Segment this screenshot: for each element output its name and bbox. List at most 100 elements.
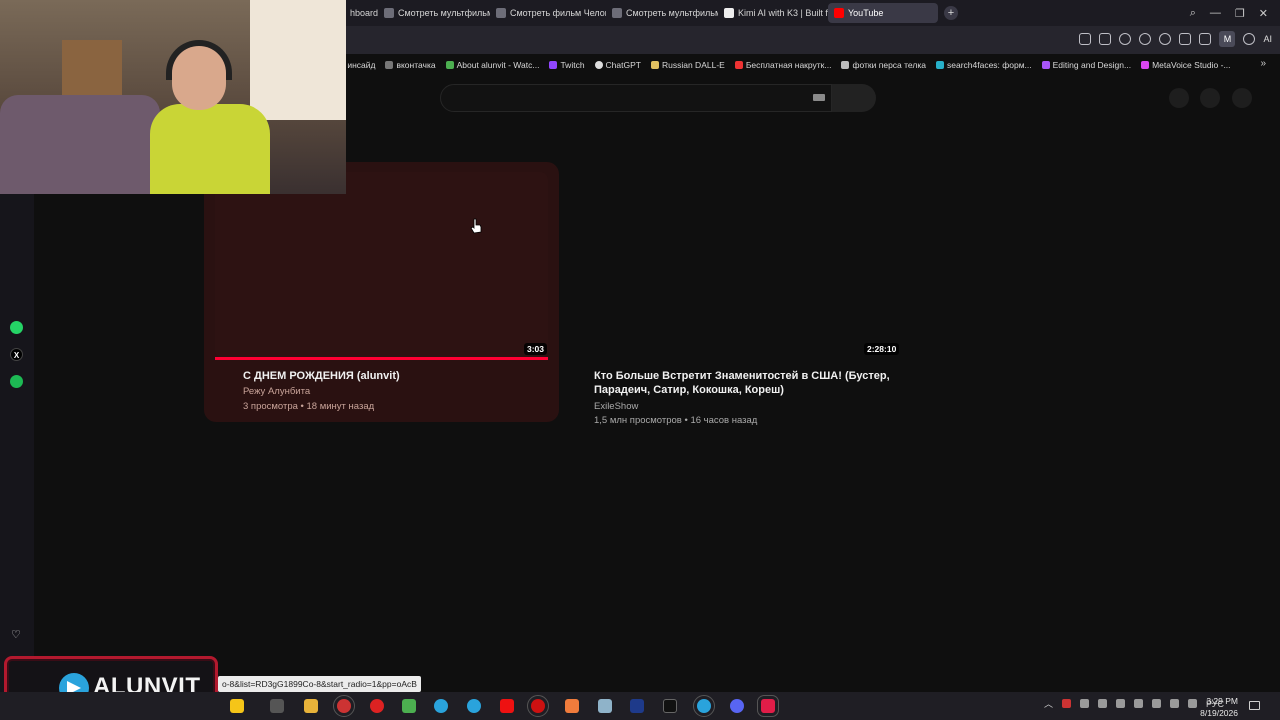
bookmarks-more-icon[interactable]: »: [1260, 58, 1266, 69]
channel-name[interactable]: ExileShow: [594, 400, 638, 413]
tab-label: hboard: [350, 8, 378, 18]
window-controls: ⌕ — ❐ ✕: [1190, 0, 1280, 26]
bookmark-label: About alunvit - Watc...: [456, 60, 540, 70]
tiktok-icon[interactable]: [757, 695, 779, 717]
tab-favicon-icon: [612, 8, 622, 18]
x-icon[interactable]: X: [10, 348, 23, 361]
tab-youtube[interactable]: YouTube: [828, 3, 938, 23]
menu-icon[interactable]: [1199, 33, 1212, 45]
edit-icon[interactable]: [1079, 33, 1092, 45]
tray-app-icon[interactable]: [1079, 699, 1089, 708]
bookmark-favicon-icon: [841, 61, 850, 69]
create-icon[interactable]: [1169, 88, 1189, 108]
tray-app-icon[interactable]: [1061, 699, 1071, 708]
bookmark-item[interactable]: ChatGPT: [594, 60, 641, 70]
app-icon[interactable]: [565, 699, 579, 713]
bookmark-item[interactable]: фотки перса телка: [841, 60, 926, 70]
task-view-icon[interactable]: [270, 699, 284, 713]
bookmark-item[interactable]: Twitch: [549, 60, 585, 70]
video-thumbnail[interactable]: [590, 172, 900, 358]
search-button[interactable]: [832, 84, 876, 112]
minimize-icon[interactable]: —: [1210, 7, 1221, 19]
telegram-icon[interactable]: [434, 699, 448, 713]
channel-name[interactable]: Режу Алунбита: [243, 385, 310, 398]
notepad-icon[interactable]: [598, 699, 612, 713]
screen: hboard Смотреть мультфильм Н Смотреть фи…: [0, 0, 1280, 720]
hand-cursor-icon: [470, 218, 482, 234]
bookmark-label: search4faces: форм...: [946, 60, 1032, 70]
bookmark-item[interactable]: search4faces: форм...: [935, 60, 1032, 70]
battery-icon[interactable]: [1187, 699, 1197, 708]
bookmark-item[interactable]: Бесплатная накрутк...: [734, 60, 831, 70]
bookmark-favicon-icon: [385, 61, 394, 69]
play-icon[interactable]: [1139, 33, 1152, 45]
camera-icon[interactable]: [1099, 33, 1112, 45]
toolbar-icons: M AI: [1079, 31, 1272, 47]
twitch-icon: [549, 61, 558, 69]
chatgpt-icon: [594, 61, 603, 69]
restore-icon[interactable]: ❐: [1235, 7, 1245, 20]
copilot-icon[interactable]: [230, 699, 244, 713]
bookmark-item[interactable]: About alunvit - Watc...: [445, 60, 540, 70]
powershell-icon[interactable]: [630, 699, 644, 713]
download-icon[interactable]: [1179, 33, 1192, 45]
telegram-icon[interactable]: [467, 699, 481, 713]
bookmark-label: Twitch: [560, 60, 585, 70]
extension-icon[interactable]: [1243, 33, 1256, 45]
video-thumbnail[interactable]: [215, 172, 548, 358]
bookmark-favicon-icon: [445, 61, 454, 69]
opera-gx-icon[interactable]: [527, 695, 549, 717]
system-tray: ︿ РУС: [1044, 697, 1224, 710]
tab-film[interactable]: Смотреть фильм Челове: [490, 3, 606, 23]
video-title-line: Кто Больше Встретит Знаменитостей в США!…: [594, 370, 890, 382]
tray-app-icon[interactable]: [1133, 699, 1143, 708]
terminal-icon[interactable]: [663, 699, 677, 713]
new-tab-button[interactable]: +: [944, 6, 958, 20]
bookmark-item[interactable]: Editing and Design...: [1041, 60, 1131, 70]
tab-favicon-icon: [496, 8, 506, 18]
tab-label: Смотреть мультфильм С: [626, 8, 718, 18]
clock[interactable]: 3:29 PM 8/19/2026: [1200, 695, 1238, 719]
video-title[interactable]: С ДНЕМ РОЖДЕНИЯ (alunvit): [243, 369, 543, 383]
chrome-icon[interactable]: [402, 699, 416, 713]
whatsapp-icon[interactable]: [10, 321, 23, 334]
notifications-icon[interactable]: [1249, 701, 1260, 710]
tray-chevron-icon[interactable]: ︿: [1044, 697, 1053, 710]
tab-cartoon-1[interactable]: Смотреть мультфильм Н: [378, 3, 490, 23]
bookmark-favicon-icon: [1041, 61, 1050, 69]
webcam-person-body: [150, 104, 270, 194]
search-tabs-icon[interactable]: ⌕: [1190, 7, 1196, 20]
headphones-icon: [166, 40, 232, 80]
app-icon[interactable]: [500, 699, 514, 713]
tab-kimi[interactable]: Kimi AI with K3 | Built for /: [718, 3, 828, 23]
bookmark-item[interactable]: Russian DALL-E: [650, 60, 725, 70]
clock-time: 3:29 PM: [1206, 696, 1238, 706]
ai-button[interactable]: AI: [1263, 34, 1272, 44]
tab-dashboard[interactable]: hboard: [344, 3, 378, 23]
search-input[interactable]: [440, 84, 832, 112]
telegram-icon[interactable]: [693, 695, 715, 717]
tray-app-icon[interactable]: [1097, 699, 1107, 708]
file-explorer-icon[interactable]: [304, 699, 318, 713]
notifications-icon[interactable]: [1200, 88, 1220, 108]
tab-cartoon-2[interactable]: Смотреть мультфильм С: [606, 3, 718, 23]
obs-icon[interactable]: [333, 695, 355, 717]
video-title[interactable]: Кто Больше Встретит Знаменитостей в США!…: [594, 369, 894, 397]
close-icon[interactable]: ✕: [1259, 7, 1268, 20]
keyboard-icon[interactable]: [813, 94, 825, 101]
webcam-sofa: [0, 95, 160, 194]
network-icon[interactable]: [1151, 699, 1161, 708]
shield-icon[interactable]: [1119, 33, 1132, 45]
bookmark-item[interactable]: вконтачка: [385, 60, 436, 70]
opera-icon[interactable]: [370, 699, 384, 713]
favorites-icon[interactable]: ♡: [11, 628, 21, 641]
discord-icon[interactable]: [730, 699, 744, 713]
microphone-icon[interactable]: [1115, 699, 1125, 708]
heart-icon[interactable]: [1159, 33, 1172, 45]
bookmark-item[interactable]: MetaVoice Studio -...: [1141, 60, 1231, 70]
volume-icon[interactable]: [1169, 699, 1179, 708]
spotify-icon[interactable]: [10, 375, 23, 388]
bookmark-label: фотки перса телка: [852, 60, 926, 70]
account-avatar[interactable]: [1232, 88, 1252, 108]
profile-avatar[interactable]: M: [1219, 31, 1236, 47]
